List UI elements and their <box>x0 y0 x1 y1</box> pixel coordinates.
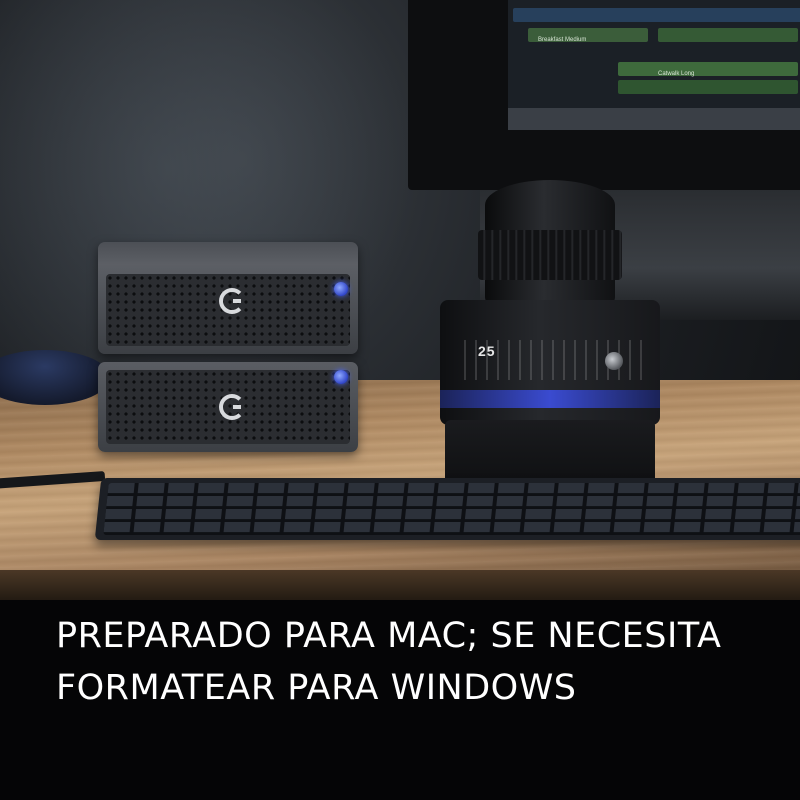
timeline-clip: Catwalk Long <box>618 62 798 77</box>
external-drive-bottom <box>98 362 358 452</box>
timeline-toolbar <box>508 108 800 130</box>
caption-line-1: PREPARADO PARA MAC; SE NECESITA <box>56 616 722 656</box>
clip-label: Breakfast Medium <box>538 37 587 43</box>
g-logo-icon <box>219 288 245 314</box>
drive-grille <box>106 370 350 444</box>
lens-knob <box>605 352 623 370</box>
timeline-clip: Breakfast Medium <box>528 28 648 43</box>
timeline-clip <box>618 80 798 94</box>
external-drive-top <box>98 242 358 354</box>
monitor: Breakfast Medium Catwalk Long <box>408 0 800 190</box>
lens-blue-ring <box>440 390 660 408</box>
product-photo: Breakfast Medium Catwalk Long 25 PREPARA… <box>0 0 800 800</box>
caption-line-2: FORMATEAR PARA WINDOWS <box>56 668 577 708</box>
lens-scale-text: 25 <box>478 343 496 359</box>
keyboard <box>94 478 800 540</box>
g-logo-icon <box>219 394 245 420</box>
keyboard-keys <box>103 483 800 535</box>
drive-status-led <box>334 282 348 296</box>
clip-label: Catwalk Long <box>658 71 695 77</box>
thunderbolt-icon <box>334 370 348 384</box>
lens-focus-grip <box>478 230 622 280</box>
monitor-screen: Breakfast Medium Catwalk Long <box>508 0 800 130</box>
timeline-track <box>513 8 800 22</box>
caption: PREPARADO PARA MAC; SE NECESITA FORMATEA… <box>56 610 776 714</box>
timeline-clip <box>658 28 798 42</box>
drive-grille <box>106 274 350 346</box>
